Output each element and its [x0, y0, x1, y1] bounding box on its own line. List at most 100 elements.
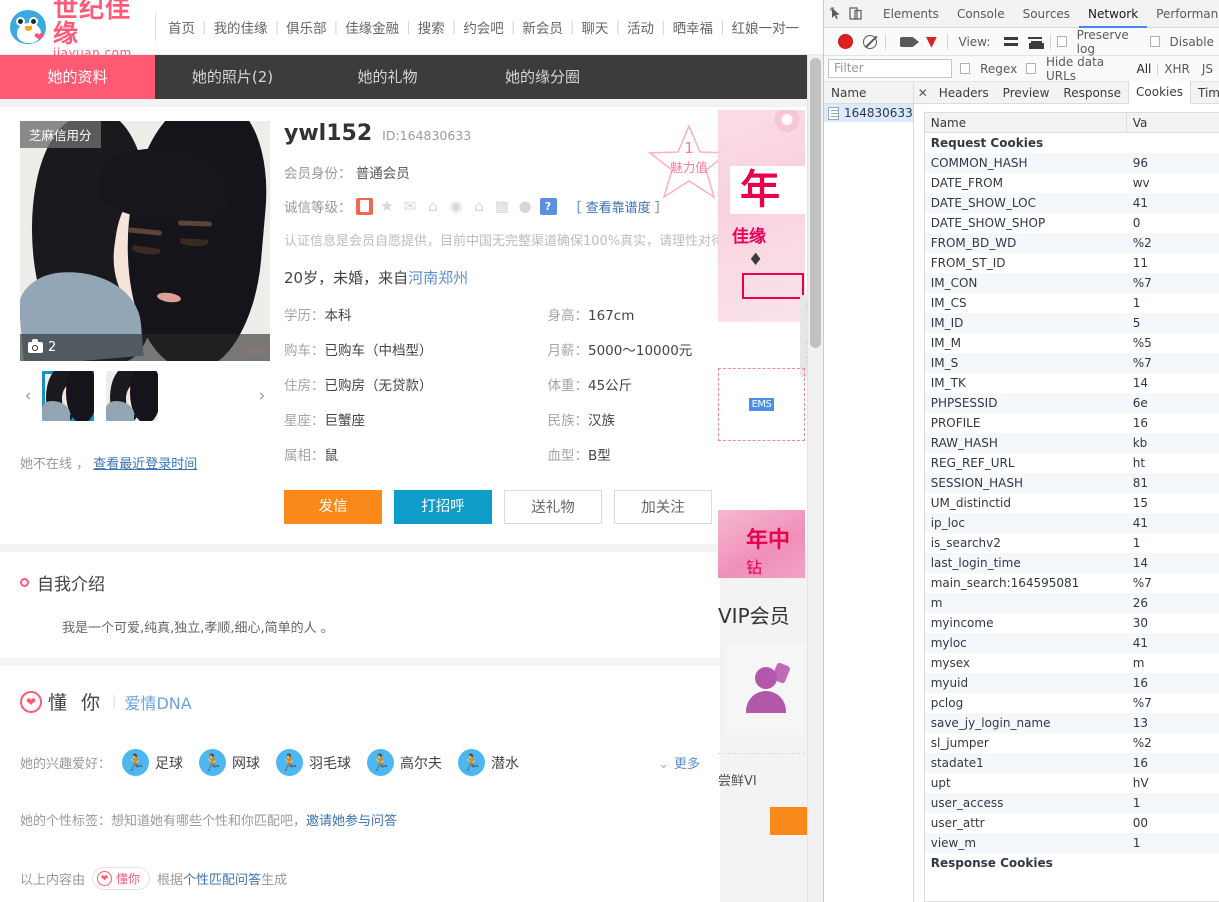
nav-item-0[interactable]: 首页 [168, 17, 195, 37]
mail-verified-icon[interactable]: ✉ [402, 197, 419, 215]
ems-ad-box[interactable]: EMS [718, 368, 805, 441]
cookie-row[interactable]: myuid 16 [924, 673, 1219, 693]
photo-verified-icon[interactable]: ◉ [448, 197, 465, 215]
follow-button[interactable]: 加关注 [614, 490, 712, 524]
hobby-item-0[interactable]: 🏃 足球 [122, 749, 183, 776]
cookie-row[interactable]: ip_loc 41 [924, 513, 1219, 533]
devtools-tab-sources[interactable]: Sources [1014, 0, 1079, 28]
nav-item-2[interactable]: 俱乐部 [286, 17, 327, 37]
main-photo[interactable]: 芝麻信用分 2 世纪 [20, 121, 270, 361]
capture-screenshots-icon[interactable] [898, 31, 919, 53]
cookie-row[interactable]: save_jy_login_name 13 [924, 713, 1219, 733]
record-button[interactable] [836, 31, 854, 53]
hobby-item-1[interactable]: 🏃 网球 [199, 749, 260, 776]
devtools-tab-network[interactable]: Network [1079, 0, 1147, 28]
promo-banner-2[interactable]: 年中 钻 [718, 510, 805, 578]
devtools-tab-performance[interactable]: Performanc [1147, 0, 1219, 28]
filter-type-js[interactable]: JS [1196, 62, 1219, 76]
waterfall-view-icon[interactable] [1026, 31, 1044, 53]
cookie-row[interactable]: myloc 41 [924, 633, 1219, 653]
cookie-row[interactable]: IM_S %7 [924, 353, 1219, 373]
cookie-row[interactable]: is_searchv2 1 [925, 533, 1219, 553]
filter-funnel-icon[interactable]: ▼ [922, 31, 940, 53]
cookie-row[interactable]: user_access 1 [924, 793, 1219, 813]
inspect-element-icon[interactable] [830, 3, 843, 25]
hobby-item-3[interactable]: 🏃 高尔夫 [367, 749, 442, 776]
nav-item-5[interactable]: 约会吧 [463, 17, 504, 37]
cookie-row[interactable]: RAW_HASH kb [924, 433, 1219, 453]
subtab-cookies[interactable]: Cookies [1128, 81, 1192, 104]
cookie-row[interactable]: DATE_SHOW_LOC 41 [924, 193, 1219, 213]
cookie-row[interactable]: REG_REF_URL ht [925, 453, 1219, 473]
filter-type-xhr[interactable]: XHR [1158, 62, 1196, 76]
cookie-row[interactable]: PROFILE 16 [925, 413, 1219, 433]
blood-drop-icon[interactable]: ● [517, 197, 534, 215]
nav-item-7[interactable]: 聊天 [581, 17, 608, 37]
subtab-response[interactable]: Response [1056, 82, 1128, 104]
toggle-device-toolbar-icon[interactable] [849, 3, 862, 25]
send-message-button[interactable]: 发信 [284, 490, 382, 524]
nav-item-3[interactable]: 佳缘金融 [345, 17, 399, 37]
match-qa-link[interactable]: 个性匹配问答 [183, 869, 261, 888]
cookie-row[interactable]: upt hV [925, 773, 1219, 793]
clear-button[interactable] [860, 31, 878, 53]
hobby-item-2[interactable]: 🏃 羽毛球 [276, 749, 351, 776]
id-card-icon[interactable]: ▦ [494, 197, 511, 215]
tab-her-circle[interactable]: 她的缘分圈 [465, 55, 620, 99]
next-photo-arrow[interactable]: › [254, 386, 270, 406]
cookie-row[interactable]: mysex m [925, 653, 1219, 673]
cookie-row[interactable]: last_login_time 14 [924, 553, 1219, 573]
cookie-row[interactable]: IM_ID 5 [924, 313, 1219, 333]
cookie-row[interactable]: pclog %7 [925, 693, 1219, 713]
list-view-icon[interactable] [1001, 31, 1019, 53]
cookie-row[interactable]: sl_jumper %2 [925, 733, 1219, 753]
cookie-row[interactable]: PHPSESSID 6e [924, 393, 1219, 413]
page-scrollbar[interactable] [807, 55, 823, 902]
filter-type-all[interactable]: All [1131, 62, 1158, 76]
cookie-row[interactable]: m 26 [924, 593, 1219, 613]
cookie-row[interactable]: DATE_FROM wv [925, 173, 1219, 193]
hometown-link[interactable]: 河南郑州 [408, 269, 468, 287]
cookie-row[interactable]: IM_TK 14 [925, 373, 1219, 393]
subtab-preview[interactable]: Preview [996, 82, 1057, 104]
disable-cache-checkbox[interactable] [1149, 36, 1160, 47]
cookie-row[interactable]: UM_distinctid 15 [925, 493, 1219, 513]
devtools-tab-elements[interactable]: Elements [874, 0, 948, 28]
cookie-row[interactable]: main_search:164595081 %7 [925, 573, 1219, 593]
hobby-item-4[interactable]: 🏃 潜水 [458, 749, 519, 776]
prev-photo-arrow[interactable]: ‹ [20, 386, 36, 406]
cookie-row[interactable]: myincome 30 [925, 613, 1219, 633]
subtab-timing[interactable]: Timing [1191, 82, 1219, 104]
house-verified-icon[interactable]: ⌂ [471, 197, 488, 215]
cookie-row[interactable]: IM_CS 1 [925, 293, 1219, 313]
hide-data-urls-checkbox[interactable] [1026, 63, 1036, 74]
cookie-row[interactable]: DATE_SHOW_SHOP 0 [925, 213, 1219, 233]
cookie-row[interactable]: SESSION_HASH 81 [924, 473, 1219, 493]
send-gift-button[interactable]: 送礼物 [504, 490, 602, 524]
view-credit-link[interactable]: ［ 查看靠谱度 ］ [569, 197, 668, 216]
tab-her-gifts[interactable]: 她的礼物 [310, 55, 465, 99]
devtools-tab-console[interactable]: Console [948, 0, 1014, 28]
promo-banner-1[interactable]: 年 佳缘 ♦ [718, 110, 805, 322]
cookie-row[interactable]: IM_CON %7 [924, 273, 1219, 293]
nav-item-4[interactable]: 搜索 [418, 17, 445, 37]
close-icon[interactable]: ✕ [914, 86, 932, 100]
more-hobbies-link[interactable]: ⌄ 更多 [658, 753, 700, 772]
thumbnail-1[interactable] [106, 371, 158, 421]
regex-checkbox[interactable] [960, 63, 971, 74]
cookie-row[interactable]: user_attr 00 [925, 813, 1219, 833]
site-logo[interactable]: ❤ 世纪佳缘 jiayuan.com [0, 0, 155, 59]
nav-item-6[interactable]: 新会员 [522, 17, 563, 37]
nav-item-10[interactable]: 红娘一对一 [732, 17, 800, 37]
credit-score-badge[interactable]: 芝麻信用分 [20, 121, 101, 148]
say-hi-button[interactable]: 打招呼 [394, 490, 492, 524]
filter-input[interactable]: Filter [828, 59, 953, 78]
subtab-headers[interactable]: Headers [932, 82, 996, 104]
preserve-log-checkbox[interactable] [1057, 36, 1067, 47]
cookie-row[interactable]: view_m 1 [924, 833, 1219, 853]
page-scrollbar-thumb[interactable] [810, 58, 821, 348]
tab-her-photos[interactable]: 她的照片(2) [155, 55, 310, 99]
invite-qa-link[interactable]: 邀请她参与问答 [306, 814, 397, 829]
nav-item-1[interactable]: 我的佳缘 [214, 17, 268, 37]
star-badge-icon[interactable]: ★ [379, 197, 396, 215]
